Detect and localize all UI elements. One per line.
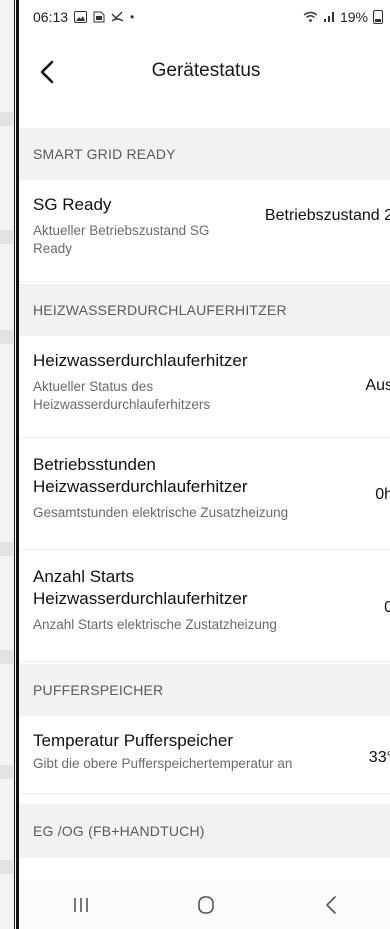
section-header-heizwasser: HEIZWASSERDURCHLAUFERHITZER bbox=[19, 284, 390, 336]
row-label: Anzahl Starts Heizwasserdurchlauferhitze… bbox=[33, 567, 248, 608]
section-header-eg-og: EG /OG (FB+HANDTUCH) bbox=[19, 804, 390, 858]
section-header-pufferspeicher: PUFFERSPEICHER bbox=[19, 664, 390, 716]
row-value: 0h bbox=[375, 486, 390, 503]
row-heiz-starts[interactable]: Anzahl Starts Heizwasserdurchlauferhitze… bbox=[19, 552, 390, 662]
page-title: Gerätestatus bbox=[151, 60, 261, 81]
battery-icon bbox=[373, 10, 383, 24]
missed-call-icon bbox=[111, 11, 124, 22]
status-time: 06:13 bbox=[33, 9, 69, 25]
gallery-icon bbox=[74, 11, 88, 23]
signal-icon bbox=[323, 12, 334, 22]
row-puffer-temp[interactable]: Temperatur Pufferspeicher Gibt die obere… bbox=[19, 716, 390, 794]
phone-screen: 06:13 • 19% Gerätestatus SMART GRID READ… bbox=[16, 0, 390, 929]
row-value: Aus bbox=[365, 377, 390, 394]
row-text: Heizwasserdurchlauferhitzer Aktueller St… bbox=[33, 350, 283, 414]
row-description: Gibt die obere Pufferspeichertemperatur … bbox=[33, 756, 293, 771]
row-label: Betriebsstunden Heizwasserdurchlauferhit… bbox=[33, 455, 248, 496]
status-left: 06:13 • bbox=[33, 9, 134, 25]
sim-icon bbox=[93, 11, 105, 23]
row-text: SG Ready Aktueller Betriebszustand SG Re… bbox=[33, 194, 283, 258]
edge-band bbox=[0, 860, 13, 874]
row-label: SG Ready bbox=[33, 195, 112, 214]
row-heiz-status[interactable]: Heizwasserdurchlauferhitzer Aktueller St… bbox=[19, 336, 390, 438]
recent-apps-button[interactable] bbox=[51, 885, 111, 925]
status-bar: 06:13 • 19% bbox=[19, 0, 390, 34]
row-value: Betriebszustand 2 bbox=[264, 207, 390, 224]
row-text: Temperatur Pufferspeicher Gibt die obere… bbox=[33, 730, 353, 773]
section-header-smart-grid: SMART GRID READY bbox=[19, 128, 390, 180]
row-value: 33° bbox=[368, 749, 390, 766]
edge-band bbox=[0, 765, 13, 779]
edge-band bbox=[0, 542, 13, 556]
row-sg-ready[interactable]: SG Ready Aktueller Betriebszustand SG Re… bbox=[19, 180, 390, 282]
row-label: Heizwasserdurchlauferhitzer bbox=[33, 351, 248, 370]
back-icon bbox=[325, 895, 336, 914]
header: Gerätestatus bbox=[19, 40, 390, 102]
home-button[interactable] bbox=[176, 885, 236, 925]
row-value: 0 bbox=[384, 599, 390, 616]
row-description: Aktueller Betriebszustand SG Ready bbox=[33, 223, 210, 256]
edge-band bbox=[0, 330, 13, 344]
row-description: Gesamtstunden elektrische Zusatzheizung bbox=[33, 505, 289, 520]
edge-band bbox=[0, 112, 13, 126]
row-text: Betriebsstunden Heizwasserdurchlauferhit… bbox=[33, 454, 343, 522]
status-right: 19% bbox=[303, 9, 383, 25]
nav-back-button[interactable] bbox=[301, 885, 361, 925]
row-heiz-hours[interactable]: Betriebsstunden Heizwasserdurchlauferhit… bbox=[19, 440, 390, 550]
edge-band bbox=[0, 650, 13, 664]
row-label: Temperatur Pufferspeicher bbox=[33, 731, 234, 750]
home-icon bbox=[198, 895, 214, 914]
back-button[interactable] bbox=[25, 50, 69, 94]
previous-screen-edge bbox=[0, 0, 15, 929]
chevron-left-icon bbox=[40, 60, 54, 84]
battery-text: 19% bbox=[339, 9, 368, 25]
wifi-icon bbox=[303, 11, 318, 22]
recent-apps-icon bbox=[74, 897, 89, 912]
row-description: Anzahl Starts elektrische Zustatzheizung bbox=[33, 617, 277, 632]
row-description: Aktueller Status des Heizwasserdurchlauf… bbox=[33, 379, 211, 412]
row-text: Anzahl Starts Heizwasserdurchlauferhitze… bbox=[33, 566, 343, 634]
dot-icon: • bbox=[130, 10, 135, 24]
edge-band bbox=[0, 230, 13, 244]
system-nav-bar bbox=[19, 880, 390, 929]
